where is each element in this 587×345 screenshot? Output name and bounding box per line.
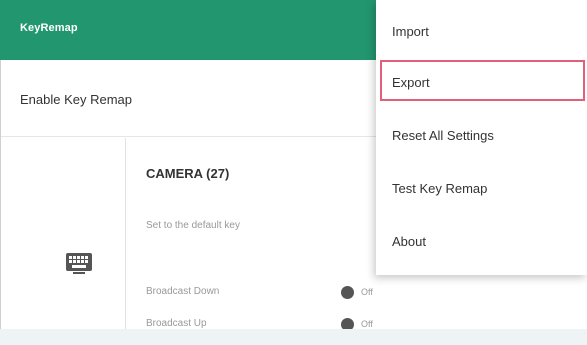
broadcast-down-toggle[interactable] (341, 286, 354, 299)
menu-item-export-label: Export (392, 75, 430, 90)
keyboard-icon (66, 253, 92, 274)
menu-item-about-label: About (392, 234, 426, 249)
left-divider (0, 60, 1, 345)
app-title: KeyRemap (20, 22, 78, 34)
overflow-menu: Import Export Reset All Settings Test Ke… (376, 0, 587, 275)
broadcast-up-state: Off (361, 319, 373, 329)
key-action-subtitle: Set to the default key (146, 220, 240, 231)
bottom-strip (0, 329, 587, 345)
broadcast-down-row: Broadcast Down Off (146, 284, 406, 302)
app-window: KeyRemap Enable Key Remap CAMERA (27) Se… (0, 0, 587, 345)
menu-item-import-label: Import (392, 24, 429, 39)
menu-item-reset-all-settings[interactable]: Reset All Settings (376, 113, 587, 158)
broadcast-down-state: Off (361, 287, 373, 297)
enable-key-remap-label: Enable Key Remap (20, 92, 133, 107)
menu-item-about[interactable]: About (376, 219, 587, 264)
card-icon-column (18, 138, 126, 338)
menu-item-test-key-remap[interactable]: Test Key Remap (376, 166, 587, 211)
menu-item-import[interactable]: Import (376, 9, 587, 54)
key-name-title: CAMERA (27) (146, 166, 230, 181)
broadcast-down-label: Broadcast Down (146, 286, 220, 297)
broadcast-up-label: Broadcast Up (146, 318, 207, 329)
menu-item-export[interactable]: Export (376, 60, 587, 105)
menu-item-reset-label: Reset All Settings (392, 128, 494, 143)
menu-item-test-label: Test Key Remap (392, 181, 488, 196)
